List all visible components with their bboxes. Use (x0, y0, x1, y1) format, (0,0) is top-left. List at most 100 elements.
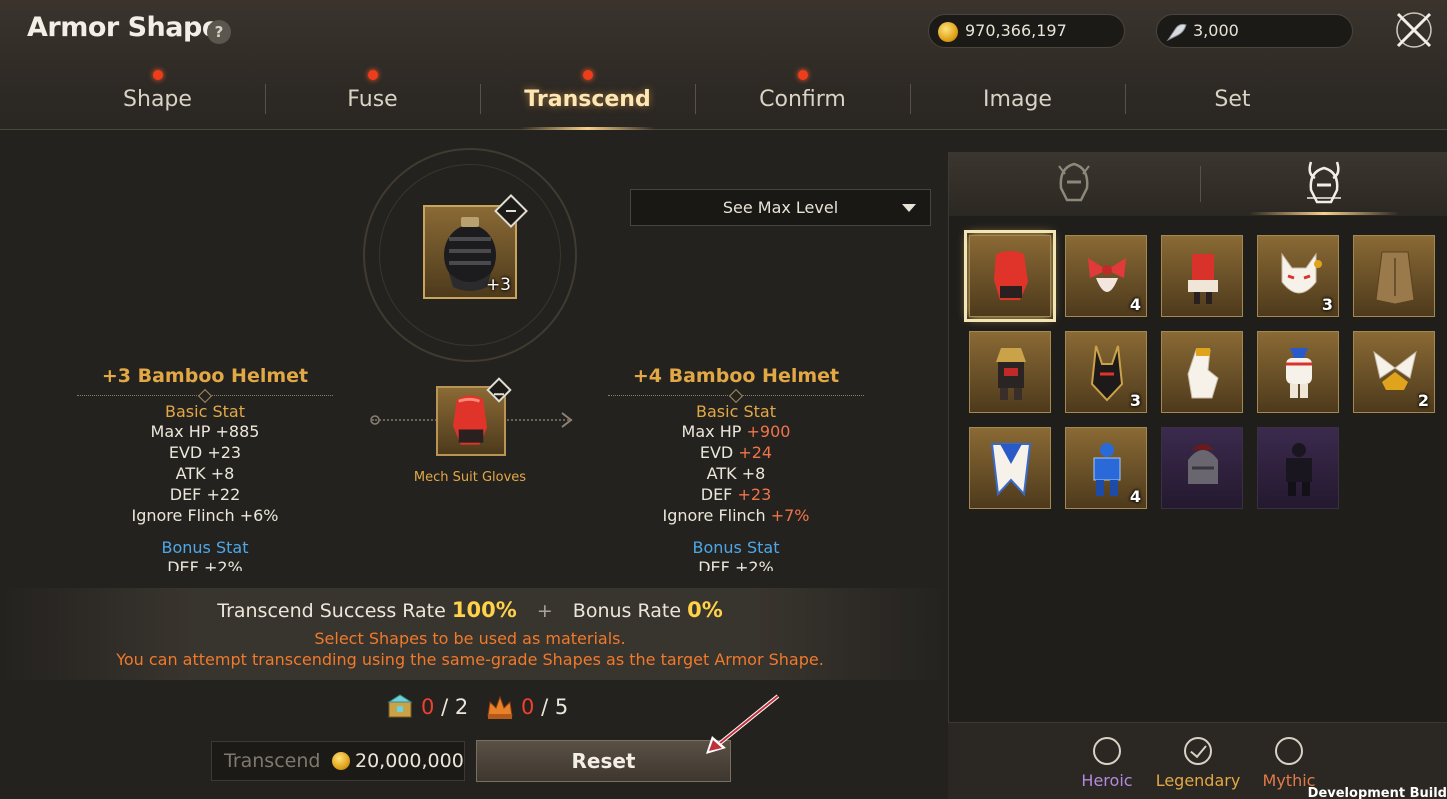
hint-line-1: Select Shapes to be used as materials. (314, 629, 626, 648)
counter-current: 0 (421, 695, 435, 719)
connector-start-icon (370, 415, 380, 425)
tab-transcend[interactable]: Transcend (480, 68, 695, 130)
grid-item-white-outfit[interactable] (1257, 331, 1339, 413)
close-icon[interactable] (1392, 8, 1436, 52)
winged-crown-icon (1373, 350, 1417, 390)
stat-line: DEF +23 (700, 485, 772, 504)
stat-line: Max HP +900 (681, 422, 791, 441)
upgrade-level-badge: +3 (485, 275, 511, 295)
stat-line: EVD +24 (699, 443, 773, 462)
help-icon[interactable]: ? (207, 20, 231, 44)
filter-mythic[interactable]: Mythic (1239, 737, 1339, 790)
bonus-stat-line: DEF +2% (698, 558, 774, 571)
counter-max: / 2 (441, 695, 469, 719)
tab-label: Shape (123, 87, 192, 112)
crown-counter: 0 / 5 (485, 690, 605, 724)
stat-line: Ignore Flinch +6% (131, 506, 279, 525)
grid-item-blue-armor[interactable]: 4 (1065, 427, 1147, 509)
development-build-watermark: Development Build (1307, 786, 1447, 799)
tab-label: Confirm (759, 87, 846, 112)
anubis-helm-icon (1090, 345, 1124, 402)
tab-bar: Shape Fuse Transcend Confirm Image Set (50, 68, 1340, 130)
cape-icon (1375, 251, 1415, 305)
bonus-stat-heading: Bonus Stat (161, 538, 249, 557)
grid-item-winged-crown[interactable]: 2 (1353, 331, 1435, 413)
red-armor-icon (1188, 254, 1218, 304)
red-gauntlet-icon (994, 251, 1028, 300)
white-outfit-icon (1286, 348, 1312, 398)
silver-feather-icon (1166, 23, 1187, 42)
shadow-armor-icon (1286, 443, 1312, 496)
stat-line: ATK +8 (175, 464, 235, 483)
fox-mask-icon (1281, 252, 1322, 294)
grid-item-shadow-armor[interactable] (1257, 427, 1339, 509)
radio-circle-icon (1275, 737, 1303, 765)
tab-label: Image (983, 87, 1052, 112)
basic-stat-heading: Basic Stat (696, 402, 776, 421)
horned-helmet-icon (1307, 161, 1341, 204)
gold-coin-icon (332, 752, 350, 770)
tab-normal-shapes[interactable] (949, 152, 1199, 216)
arrow-right-icon (561, 412, 573, 428)
helmet-emblem-icon (1058, 162, 1090, 202)
filter-label: Heroic (1081, 771, 1133, 790)
tab-confirm[interactable]: Confirm (695, 68, 910, 128)
filter-legendary[interactable]: Legendary (1148, 737, 1248, 790)
chevron-down-icon (902, 204, 916, 212)
annotation-arrow-icon (706, 694, 780, 754)
stat-line: Ignore Flinch +7% (662, 506, 810, 525)
stat-line: Max HP +885 (150, 422, 260, 441)
grid-item-cape[interactable] (1353, 235, 1435, 317)
white-cape-icon (990, 443, 1032, 497)
page-title: Armor Shape (27, 12, 220, 43)
counter-current: 0 (521, 695, 535, 719)
basic-stat-heading: Basic Stat (165, 402, 245, 421)
notification-dot (367, 70, 378, 80)
bonus-rate-label: Bonus Rate (572, 600, 682, 622)
tab-label: Transcend (524, 87, 651, 112)
counter-max: / 5 (541, 695, 569, 719)
next-item-name: +4 Bamboo Helmet (632, 365, 840, 387)
tab-set[interactable]: Set (1125, 68, 1340, 128)
see-max-level-dropdown[interactable]: See Max Level (630, 189, 931, 226)
tab-shape[interactable]: Shape (50, 68, 265, 128)
tab-special-shapes[interactable] (1199, 152, 1447, 216)
stat-line: ATK +8 (706, 464, 766, 483)
inventory-tabs (949, 152, 1447, 216)
current-stats-panel: +3 Bamboo Helmet Basic Stat Max HP +885 … (70, 365, 340, 571)
white-glove-icon (1187, 348, 1219, 399)
grid-item-red-ribbon[interactable]: 4 (1065, 235, 1147, 317)
tab-label: Set (1214, 87, 1251, 112)
grid-item-red-armor[interactable] (1161, 235, 1243, 317)
transcend-cost-box[interactable]: Transcend 20,000,000 (211, 741, 465, 781)
filter-label: Legendary (1155, 771, 1241, 790)
crystal-chest-icon (387, 694, 413, 718)
item-count: 2 (1417, 391, 1429, 410)
stat-line: DEF +22 (169, 485, 241, 504)
grid-item-white-cape[interactable] (969, 427, 1051, 509)
success-rate-value: 100% (451, 598, 517, 622)
tab-image[interactable]: Image (910, 68, 1125, 128)
shape-inventory-panel: 4 3 3 2 4 (948, 152, 1447, 799)
notification-dot (152, 70, 163, 80)
plus-icon: + (536, 600, 553, 622)
bonus-stat-line: DEF +2% (167, 558, 243, 571)
blue-armor-icon (1093, 443, 1121, 496)
grid-item-white-glove[interactable] (1161, 331, 1243, 413)
material-name: Mech Suit Gloves (413, 470, 527, 485)
grid-item-anubis-helm[interactable]: 3 (1065, 331, 1147, 413)
grid-item-knight-helm[interactable] (1161, 427, 1243, 509)
hint-line-2: You can attempt transcending using the s… (116, 650, 824, 669)
tab-fuse[interactable]: Fuse (265, 68, 480, 128)
success-rate-line: Transcend Success Rate 100% + Bonus Rate… (0, 598, 940, 622)
grid-item-fox-mask[interactable]: 3 (1257, 235, 1339, 317)
filter-heroic[interactable]: Heroic (1057, 737, 1157, 790)
dark-armor-icon (996, 348, 1026, 400)
bonus-stat-heading: Bonus Stat (692, 538, 780, 557)
gold-coin-icon (938, 22, 958, 42)
reset-button[interactable]: Reset (476, 740, 731, 782)
checkmark-circle-icon (1184, 737, 1212, 765)
grid-item-dark-armor[interactable] (969, 331, 1051, 413)
grid-item-red-gauntlet[interactable] (964, 230, 1056, 322)
silver-amount: 3,000 (1193, 21, 1239, 40)
